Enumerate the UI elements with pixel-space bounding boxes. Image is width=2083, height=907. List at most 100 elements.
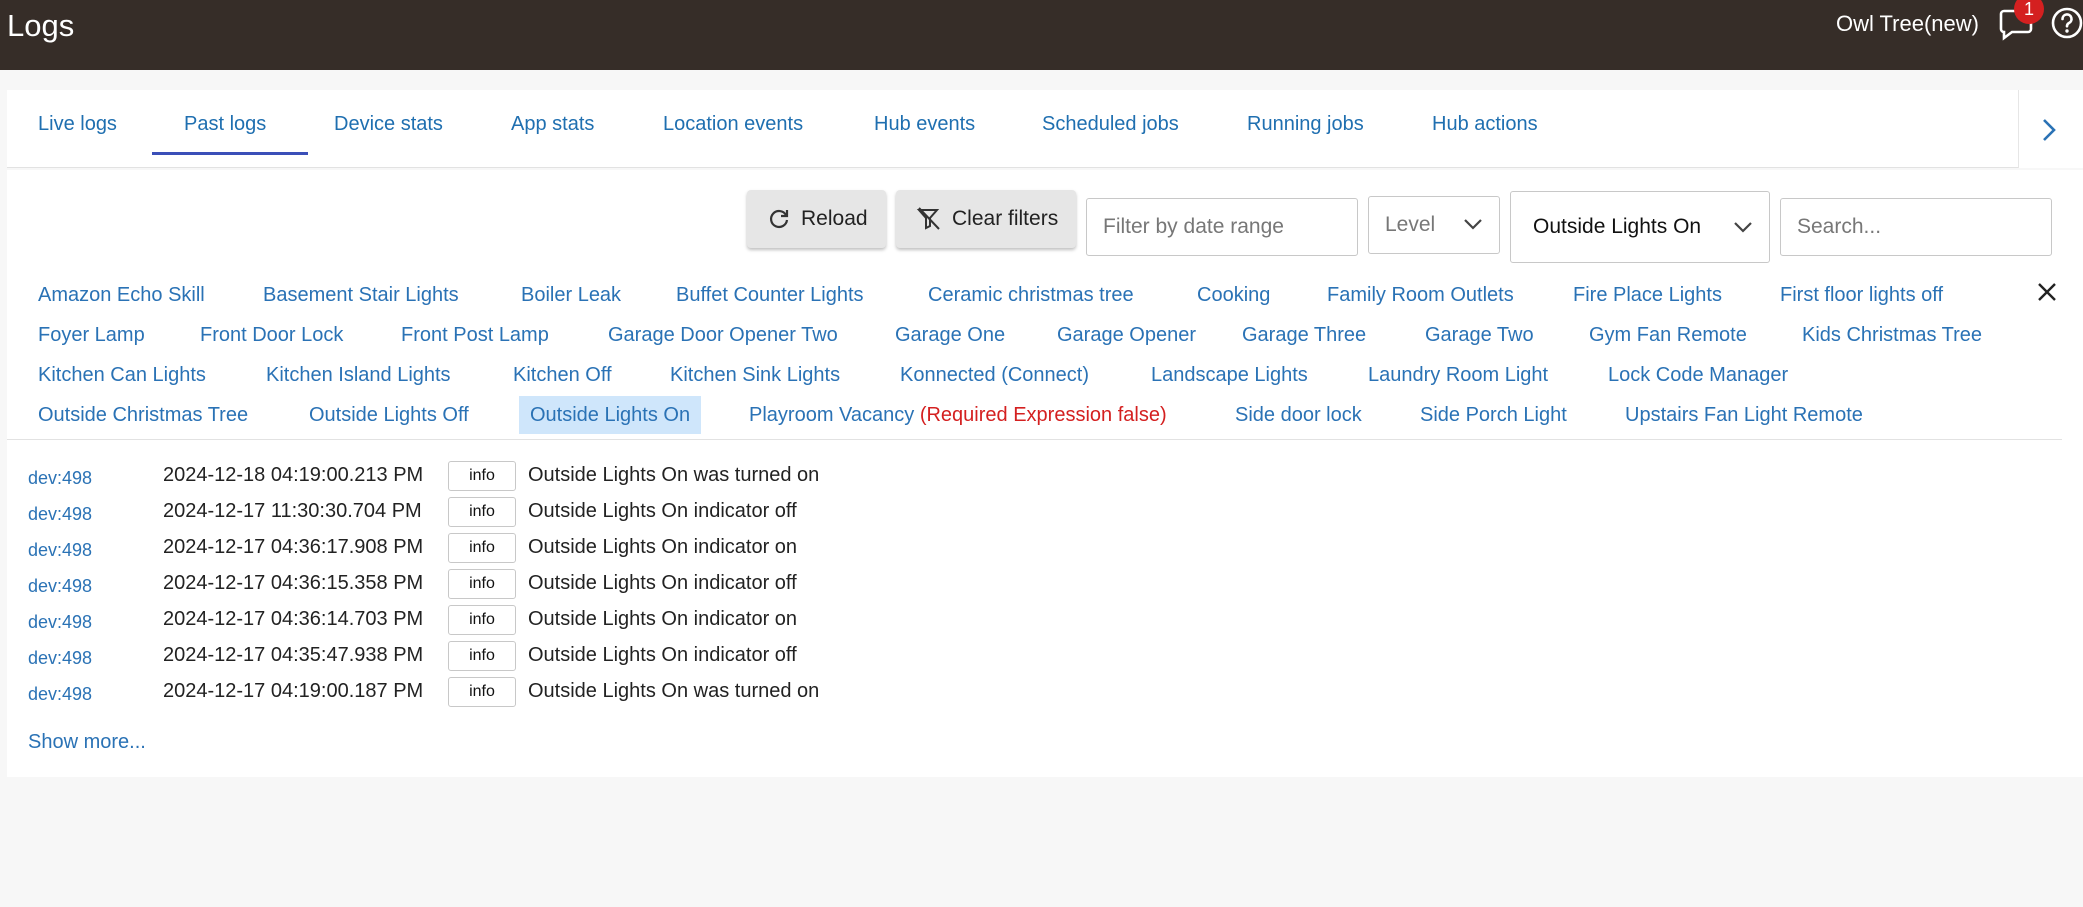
filter-chip[interactable]: Gym Fan Remote bbox=[1589, 323, 1747, 347]
filter-chip[interactable]: Cooking bbox=[1197, 283, 1270, 307]
chevron-down-icon bbox=[1734, 222, 1752, 233]
filter-chip[interactable]: Kids Christmas Tree bbox=[1802, 323, 1982, 347]
filter-chip[interactable]: Kitchen Can Lights bbox=[38, 363, 206, 387]
filter-chip[interactable]: First floor lights off bbox=[1780, 283, 1943, 307]
log-timestamp: 2024-12-17 04:19:00.187 PM bbox=[163, 680, 424, 702]
log-timestamp: 2024-12-17 04:35:47.938 PM bbox=[163, 644, 424, 666]
filter-chip[interactable]: Fire Place Lights bbox=[1573, 283, 1722, 307]
log-timestamp: 2024-12-17 04:36:17.908 PM bbox=[163, 536, 424, 558]
device-link[interactable]: dev:498 bbox=[28, 540, 92, 561]
device-link[interactable]: dev:498 bbox=[28, 648, 92, 669]
log-row: dev:498 2024-12-18 04:19:00.213 PM info … bbox=[28, 460, 1028, 494]
tab-hub-actions[interactable]: Hub actions bbox=[1432, 112, 1538, 136]
filter-chip[interactable]: Side Porch Light bbox=[1420, 403, 1567, 427]
filter-chip[interactable]: Amazon Echo Skill bbox=[38, 283, 205, 307]
log-message: Outside Lights On was turned on bbox=[528, 464, 820, 486]
filter-off-icon bbox=[916, 207, 940, 230]
show-more-link[interactable]: Show more... bbox=[28, 731, 146, 754]
clear-filters-button[interactable]: Clear filters bbox=[896, 190, 1076, 248]
source-select[interactable]: Outside Lights On bbox=[1510, 191, 1770, 263]
log-timestamp: 2024-12-17 04:36:15.358 PM bbox=[163, 572, 424, 594]
required-expression-warning: (Required Expression false) bbox=[919, 404, 1167, 426]
log-level-badge: info bbox=[448, 569, 516, 599]
log-row: dev:498 2024-12-17 04:36:15.358 PM info … bbox=[28, 568, 1028, 602]
filter-chip[interactable]: Konnected (Connect) bbox=[900, 363, 1089, 387]
filter-chip[interactable]: Kitchen Island Lights bbox=[266, 363, 451, 387]
filter-chip[interactable]: Garage Opener bbox=[1057, 323, 1196, 347]
tab-past-logs[interactable]: Past logs bbox=[184, 112, 266, 136]
filter-chip[interactable]: Family Room Outlets bbox=[1327, 283, 1514, 307]
active-tab-indicator bbox=[152, 152, 308, 155]
log-timestamp: 2024-12-17 11:30:30.704 PM bbox=[163, 500, 422, 522]
reload-button[interactable]: Reload bbox=[747, 190, 886, 248]
tab-live-logs[interactable]: Live logs bbox=[38, 112, 117, 136]
filter-chip[interactable]: Lock Code Manager bbox=[1608, 363, 1788, 387]
log-message: Outside Lights On indicator on bbox=[528, 608, 798, 630]
filter-chip[interactable]: Upstairs Fan Light Remote bbox=[1625, 403, 1863, 427]
filter-chip[interactable]: Foyer Lamp bbox=[38, 323, 145, 347]
tab-running-jobs[interactable]: Running jobs bbox=[1247, 112, 1364, 136]
log-message: Outside Lights On indicator on bbox=[528, 536, 798, 558]
close-icon[interactable] bbox=[2035, 280, 2059, 304]
filter-chip[interactable]: Kitchen Off bbox=[513, 363, 612, 387]
filter-chip[interactable]: Kitchen Sink Lights bbox=[670, 363, 840, 387]
filter-chip[interactable]: Front Door Lock bbox=[200, 323, 343, 347]
filter-chip-selected[interactable]: Outside Lights On bbox=[519, 396, 702, 434]
log-level-badge: info bbox=[448, 677, 516, 707]
tab-scheduled-jobs[interactable]: Scheduled jobs bbox=[1042, 112, 1179, 136]
log-level-badge: info bbox=[448, 641, 516, 671]
filter-chip[interactable]: Boiler Leak bbox=[521, 283, 621, 307]
log-message: Outside Lights On indicator off bbox=[528, 572, 797, 594]
log-level-badge: info bbox=[448, 533, 516, 563]
log-message: Outside Lights On indicator off bbox=[528, 500, 797, 522]
top-bar: Logs Owl Tree(new) 1 bbox=[0, 0, 2083, 70]
log-timestamp: 2024-12-18 04:19:00.213 PM bbox=[163, 464, 424, 486]
filter-chip[interactable]: Laundry Room Light bbox=[1368, 363, 1548, 387]
device-link[interactable]: dev:498 bbox=[28, 612, 92, 633]
tab-app-stats[interactable]: App stats bbox=[511, 112, 594, 136]
filter-chip[interactable]: Garage Door Opener Two bbox=[608, 323, 838, 347]
level-select-label: Level bbox=[1385, 213, 1436, 236]
tabs-scroll-next[interactable] bbox=[2018, 90, 2083, 168]
log-row: dev:498 2024-12-17 04:35:47.938 PM info … bbox=[28, 640, 1028, 674]
reload-label: Reload bbox=[801, 207, 868, 230]
filter-chip[interactable]: Landscape Lights bbox=[1151, 363, 1308, 387]
filter-chip[interactable]: Garage Two bbox=[1425, 323, 1534, 347]
filter-chip[interactable]: Outside Christmas Tree bbox=[38, 403, 248, 427]
log-message: Outside Lights On indicator off bbox=[528, 644, 797, 666]
filter-chip-playroom[interactable]: Playroom Vacancy (Required Expression fa… bbox=[749, 403, 1167, 427]
log-row: dev:498 2024-12-17 04:36:17.908 PM info … bbox=[28, 532, 1028, 566]
tab-hub-events[interactable]: Hub events bbox=[874, 112, 975, 136]
help-icon[interactable] bbox=[2050, 6, 2083, 40]
device-link[interactable]: dev:498 bbox=[28, 576, 92, 597]
filter-chip[interactable]: Garage Three bbox=[1242, 323, 1366, 347]
hub-name: Owl Tree(new) bbox=[1835, 11, 1979, 36]
level-select[interactable]: Level bbox=[1368, 196, 1500, 254]
device-link[interactable]: dev:498 bbox=[28, 504, 92, 525]
filter-chip[interactable]: Garage One bbox=[895, 323, 1005, 347]
device-link[interactable]: dev:498 bbox=[28, 468, 92, 489]
log-timestamp: 2024-12-17 04:36:14.703 PM bbox=[163, 608, 424, 630]
filter-chip[interactable]: Side door lock bbox=[1235, 403, 1362, 427]
log-level-badge: info bbox=[448, 497, 516, 527]
filters-divider bbox=[7, 439, 2062, 440]
log-message: Outside Lights On was turned on bbox=[528, 680, 820, 702]
date-range-input[interactable] bbox=[1086, 198, 1358, 256]
refresh-icon bbox=[769, 209, 789, 229]
filter-chip[interactable]: Outside Lights Off bbox=[309, 403, 469, 427]
device-link[interactable]: dev:498 bbox=[28, 684, 92, 705]
tab-location-events[interactable]: Location events bbox=[663, 112, 803, 136]
chevron-down-icon bbox=[1464, 219, 1482, 230]
filter-chip[interactable]: Basement Stair Lights bbox=[263, 283, 459, 307]
log-level-badge: info bbox=[448, 461, 516, 491]
filter-chip[interactable]: Buffet Counter Lights bbox=[676, 283, 864, 307]
log-row: dev:498 2024-12-17 11:30:30.704 PM info … bbox=[28, 496, 1028, 530]
search-input[interactable] bbox=[1780, 198, 2052, 256]
tab-device-stats[interactable]: Device stats bbox=[334, 112, 443, 136]
filter-chip[interactable]: Front Post Lamp bbox=[401, 323, 549, 347]
source-select-value: Outside Lights On bbox=[1533, 215, 1702, 238]
filter-chip[interactable]: Ceramic christmas tree bbox=[928, 283, 1134, 307]
notification-badge[interactable]: 1 bbox=[2014, 0, 2044, 24]
log-row: dev:498 2024-12-17 04:19:00.187 PM info … bbox=[28, 676, 1028, 710]
clear-filters-label: Clear filters bbox=[952, 207, 1059, 230]
